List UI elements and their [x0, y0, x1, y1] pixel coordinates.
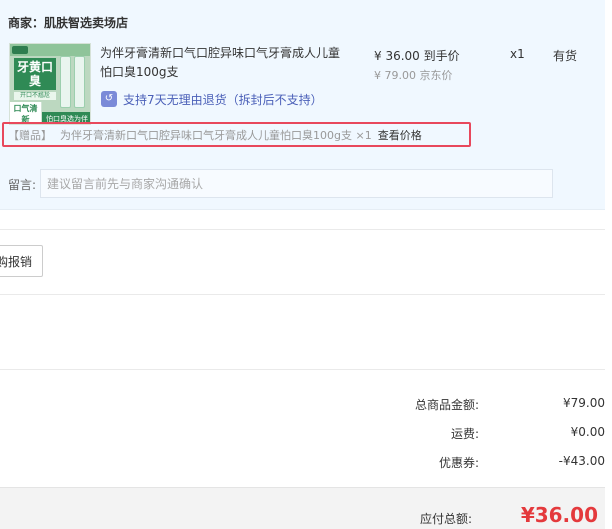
return-policy[interactable]: ↺ 支持7天无理由退货（拆封后不支持）	[101, 90, 323, 108]
view-price-link[interactable]: 查看价格	[378, 127, 422, 143]
reimbursement-button[interactable]: 购报销	[0, 245, 43, 277]
thumb-title: 牙黄口臭	[14, 58, 56, 90]
return-policy-text: 支持7天无理由退货（拆封后不支持）	[123, 92, 323, 107]
toothpaste-tube-image	[74, 56, 85, 108]
coupon-label: 优惠券:	[438, 456, 479, 470]
total-due-value: ¥36.00	[520, 503, 598, 527]
gift-label: 【赠品】	[8, 128, 52, 142]
message-input[interactable]	[40, 169, 553, 198]
gift-name: 为伴牙膏清新口气口腔异味口气牙膏成人儿童怕口臭100g支 ×1	[60, 128, 372, 142]
goods-total-label: 总商品金额:	[414, 398, 479, 412]
section-divider	[0, 294, 605, 295]
goods-total-value: ¥79.00	[563, 396, 605, 410]
section-divider	[0, 229, 605, 230]
gift-row-highlight: 【赠品】 为伴牙膏清新口气口腔异味口气牙膏成人儿童怕口臭100g支 ×1 查看价…	[2, 122, 471, 147]
total-due-label: 应付总额:	[419, 512, 472, 526]
section-divider	[0, 369, 605, 370]
shipping-value: ¥0.00	[570, 425, 605, 439]
message-label: 留言:	[8, 178, 37, 192]
stock-status: 有货	[553, 49, 578, 63]
product-thumbnail[interactable]: 牙黄口臭 开口不尴尬 口气清新 怕口臭选为伴	[9, 43, 91, 125]
merchant-name[interactable]: 商家：肌肤智选卖场店	[8, 14, 128, 31]
brand-logo	[12, 46, 28, 54]
toothpaste-tube-image	[60, 56, 71, 108]
return-7day-icon: ↺	[101, 91, 117, 107]
thumb-subtitle: 开口不尴尬	[14, 92, 56, 100]
shipping-label: 运费:	[450, 427, 479, 441]
order-item-panel: 商家：肌肤智选卖场店 牙黄口臭 开口不尴尬 口气清新 怕口臭选为伴 为伴牙膏清新…	[0, 0, 605, 210]
total-bar: 应付总额: ¥36.00	[0, 487, 605, 529]
quantity: x1	[510, 47, 525, 61]
product-title-link[interactable]: 为伴牙膏清新口气口腔异味口气牙膏成人儿童怕口臭100g支	[100, 44, 350, 82]
jd-price: ¥ 79.00 京东价	[374, 69, 453, 82]
coupon-value: -¥43.00	[558, 454, 605, 468]
final-price: ¥ 36.00 到手价	[374, 49, 460, 63]
